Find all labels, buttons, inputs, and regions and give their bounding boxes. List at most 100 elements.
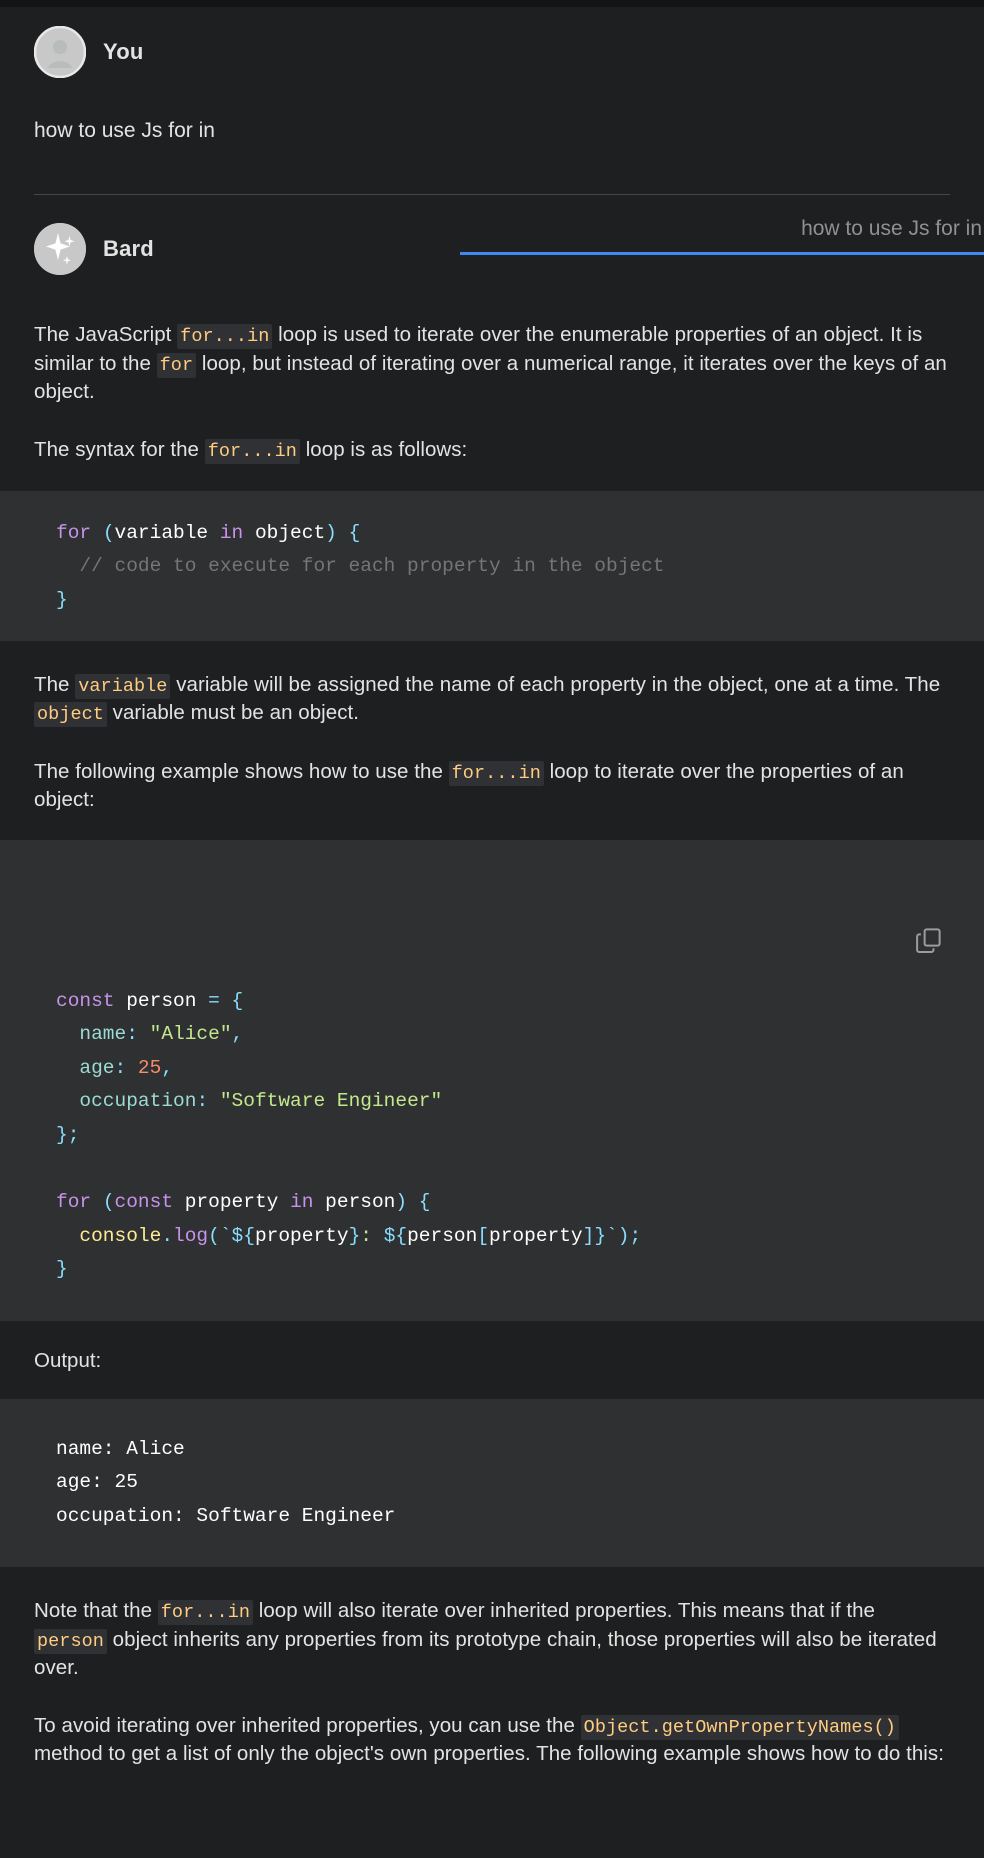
paragraph-4: The following example shows how to use t… <box>34 759 904 812</box>
code-token: "Software Engineer" <box>219 1090 443 1113</box>
code-token: ; <box>67 1123 80 1146</box>
draft-selector-label: how to use Js for in <box>801 217 982 241</box>
code-token: object <box>254 521 326 544</box>
copy-icon[interactable] <box>914 858 944 954</box>
code-line: age: 25, <box>56 1052 950 1086</box>
code-token: ( <box>208 1224 220 1247</box>
chat-page: You how to use Js for in Bard how to use… <box>0 0 984 1858</box>
code-token: person <box>407 1224 478 1247</box>
paragraph-6: To avoid iterating over inherited proper… <box>34 1713 944 1766</box>
code-token: [ <box>477 1224 490 1247</box>
code-line: } <box>56 584 950 618</box>
code-token: , <box>231 1023 244 1046</box>
code-token: const <box>114 1191 174 1214</box>
code-token: ) <box>395 1191 408 1214</box>
code-line: // code to execute for each property in … <box>56 550 950 584</box>
code-token: } <box>56 588 68 611</box>
code-token: age: 25 <box>56 1471 138 1494</box>
user-message-header: You <box>34 0 950 78</box>
code-token: ${ <box>383 1224 408 1247</box>
code-token: in <box>290 1191 314 1214</box>
code-token: } <box>348 1224 361 1247</box>
code-token: property <box>254 1224 349 1247</box>
code-token: ] <box>582 1224 595 1247</box>
code-token: name <box>79 1023 127 1046</box>
code-token: 25 <box>137 1056 162 1079</box>
paragraph-1: The JavaScript for...in loop is used to … <box>34 323 947 404</box>
sparkle-icon <box>34 223 86 276</box>
code-line: occupation: "Software Engineer" <box>56 1085 950 1119</box>
code-token: ) <box>325 521 337 544</box>
code-token: const <box>56 989 115 1012</box>
code-token: occupation <box>79 1090 197 1113</box>
code-line: age: 25 <box>56 1466 950 1500</box>
code-token: console <box>79 1224 162 1247</box>
code-token: { <box>231 989 244 1012</box>
code-token: ; <box>629 1224 642 1247</box>
user-author-label: You <box>103 39 144 64</box>
code-line: occupation: Software Engineer <box>56 1500 950 1534</box>
bard-message-header: Bard how to use Js for in <box>34 195 984 276</box>
code-token: log <box>173 1224 209 1247</box>
draft-selector[interactable]: how to use Js for in <box>460 217 984 256</box>
code-token: : <box>360 1224 372 1247</box>
paragraph-2: The syntax for the for...in loop is as f… <box>34 438 468 465</box>
code-token: ( <box>102 521 115 544</box>
inline-code: Object.getOwnPropertyNames() <box>580 1714 899 1740</box>
code-token: , <box>161 1056 174 1079</box>
inline-code: object <box>34 702 107 728</box>
code-token: ` <box>606 1224 618 1247</box>
inline-code: variable <box>75 674 171 700</box>
code-token: "Alice" <box>149 1023 232 1046</box>
code-content: for (variable in object) { // code to ex… <box>56 517 950 618</box>
code-token: property <box>489 1224 583 1247</box>
code-block-syntax[interactable]: for (variable in object) { // code to ex… <box>0 490 984 642</box>
code-token: } <box>56 1123 68 1146</box>
bard-author-label: Bard <box>103 236 154 262</box>
code-line: name: "Alice", <box>56 1018 950 1052</box>
code-block-example[interactable]: const person = { name: "Alice", age: 25,… <box>0 840 984 1321</box>
inline-code: for...in <box>448 760 544 786</box>
code-line: console.log(`${property}: ${person[prope… <box>56 1220 950 1254</box>
user-message-text: how to use Js for in <box>34 119 215 142</box>
inline-code: for...in <box>204 439 300 465</box>
code-token: person <box>325 1191 396 1214</box>
code-token: property <box>184 1191 279 1214</box>
code-token: } <box>56 1258 68 1281</box>
inline-code: person <box>34 1628 107 1654</box>
code-token: ) <box>617 1224 630 1247</box>
code-block-output[interactable]: name: Alice age: 25 occupation: Software E… <box>0 1398 984 1568</box>
output-label: Output: <box>34 1348 102 1372</box>
person-avatar-icon <box>34 26 86 78</box>
code-line: for (const property in person) { <box>56 1186 950 1220</box>
code-content: const person = { name: "Alice", age: 25,… <box>56 985 950 1287</box>
code-token: for <box>56 521 92 544</box>
code-line: for (variable in object) { <box>56 517 950 551</box>
code-token: in <box>219 521 244 544</box>
code-token: for <box>56 1191 92 1214</box>
code-line: }; <box>56 1119 950 1153</box>
inline-code: for <box>156 352 197 378</box>
code-token: ( <box>102 1191 115 1214</box>
code-token: // code to execute for each property in … <box>56 555 665 578</box>
code-token: : <box>126 1023 138 1046</box>
code-content: name: Alice age: 25 occupation: Software E… <box>56 1433 950 1534</box>
